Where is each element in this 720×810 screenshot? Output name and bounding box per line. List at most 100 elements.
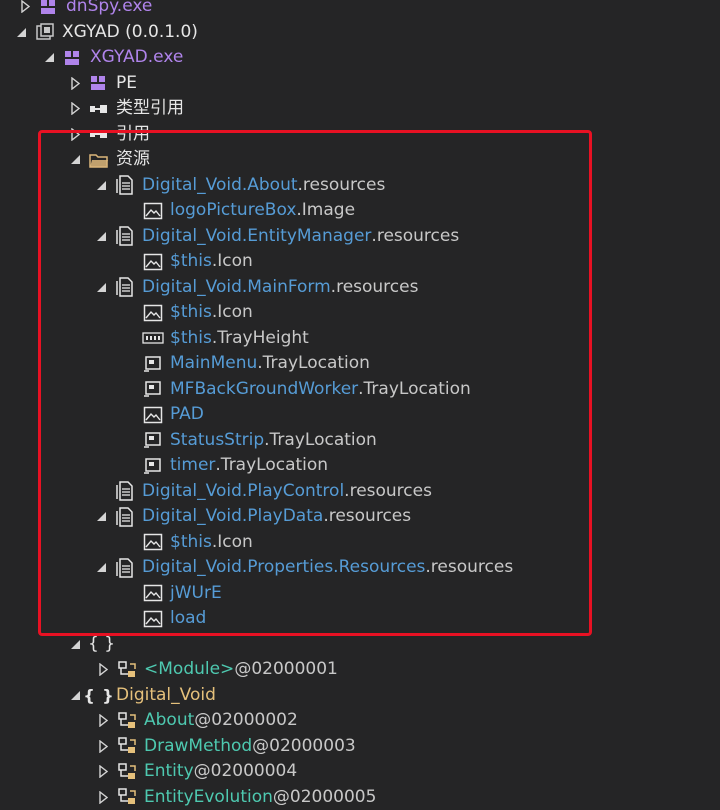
arrow-spacer (122, 606, 136, 631)
node-label-module: XGYAD.exe (90, 47, 184, 67)
resource-entry-name: MainMenu (170, 353, 258, 373)
collapsed-arrow-icon[interactable] (96, 657, 110, 682)
tree-row-resource-entry[interactable]: timer .TrayLocation (0, 453, 720, 478)
tree-row-resource-entry[interactable]: MainMenu .TrayLocation (0, 351, 720, 376)
tree-row-module[interactable]: XGYAD.exe (0, 45, 720, 70)
tree-row-assembly[interactable]: XGYAD (0.0.1.0) (0, 20, 720, 45)
tree-row-resource-entry[interactable]: logoPictureBox .Image (0, 198, 720, 223)
resource-namespace: Digital_Void.EntityManager (142, 225, 372, 246)
node-label-refs: 引用 (116, 123, 150, 144)
expanded-arrow-icon[interactable] (68, 147, 82, 172)
collapsed-arrow-icon[interactable] (96, 785, 110, 810)
collapsed-arrow-icon[interactable] (68, 96, 82, 121)
collapsed-arrow-icon[interactable] (68, 122, 82, 147)
collapsed-arrow-icon[interactable] (18, 0, 32, 19)
type-token: @02000005 (272, 786, 377, 807)
expanded-arrow-icon[interactable] (94, 555, 108, 580)
resource-namespace: Digital_Void.MainForm (142, 276, 331, 297)
resource-file-icon (114, 174, 136, 196)
location-icon (142, 353, 164, 375)
arrow-spacer (122, 326, 136, 351)
expanded-arrow-icon[interactable] (14, 20, 28, 45)
tree-row-pe[interactable]: PE (0, 71, 720, 96)
image-icon (142, 404, 164, 426)
class-icon (116, 659, 138, 681)
tree-row-module-type[interactable]: <Module> @02000001 (0, 657, 720, 682)
tree-row-resource-file[interactable]: Digital_Void.PlayData .resources (0, 504, 720, 529)
tree-row-type[interactable]: EntityEvolution @02000005 (0, 785, 720, 810)
type-name: DrawMethod (144, 735, 253, 756)
resource-entry-prop: .TrayLocation (358, 378, 471, 399)
namespace-braces: { } (88, 633, 116, 654)
folder-icon (88, 149, 110, 171)
resource-entry-name: MFBackGroundWorker (170, 378, 359, 399)
tree-row-resource-file[interactable]: Digital_Void.EntityManager .resources (0, 224, 720, 249)
expanded-arrow-icon[interactable] (68, 683, 82, 708)
type-token: @02000001 (234, 659, 338, 679)
resource-entry-name: $this (170, 327, 212, 348)
expanded-arrow-icon[interactable] (94, 224, 108, 249)
assembly-icon (34, 21, 56, 43)
resource-entry-prop: .TrayLocation (215, 455, 329, 475)
expanded-arrow-icon[interactable] (94, 173, 108, 198)
tree-row-resource-entry[interactable]: $this .Icon (0, 300, 720, 325)
resource-entry-name: load (170, 608, 207, 628)
resource-file-icon (114, 225, 136, 247)
resource-entry-prop: .Image (296, 200, 356, 220)
resource-entry-name: $this (170, 251, 212, 271)
node-label-dnspy: dnSpy.exe (66, 0, 153, 16)
resource-entry-prop: .TrayHeight (211, 327, 309, 348)
tree-row-type[interactable]: About @02000002 (0, 708, 720, 733)
tree-row-resource-entry[interactable]: PAD (0, 402, 720, 427)
tree-row-resources-folder[interactable]: 资源 (0, 147, 720, 172)
arrow-spacer (122, 453, 136, 478)
tree-row-resource-entry[interactable]: MFBackGroundWorker .TrayLocation (0, 377, 720, 402)
tree-row-resource-entry[interactable]: $this .TrayHeight (0, 326, 720, 351)
tree-row-resource-entry[interactable]: StatusStrip .TrayLocation (0, 428, 720, 453)
arrow-spacer (122, 402, 136, 427)
tree-row-resource-entry[interactable]: load (0, 606, 720, 631)
tree-row-resource-file[interactable]: Digital_Void.MainForm .resources (0, 275, 720, 300)
resource-entry-name: timer (170, 455, 216, 475)
type-name: About (144, 710, 195, 730)
tree-row-type[interactable]: Entity @02000004 (0, 759, 720, 784)
tree-row-resource-entry[interactable]: $this .Icon (0, 530, 720, 555)
tree-row-empty-namespace[interactable]: { } (0, 632, 720, 657)
tree-row-refs[interactable]: 引用 (0, 122, 720, 147)
collapsed-arrow-icon[interactable] (96, 708, 110, 733)
tree-row-resource-file[interactable]: Digital_Void.PlayControl .resources (0, 479, 720, 504)
image-icon (142, 531, 164, 553)
tree-row-dnspy[interactable]: dnSpy.exe (0, 0, 720, 19)
expanded-arrow-icon[interactable] (68, 632, 82, 657)
tree-row-resource-file[interactable]: Digital_Void.Properties.Resources .resour… (0, 555, 720, 580)
resource-entry-name: StatusStrip (170, 429, 265, 450)
resource-suffix: .resources (330, 276, 419, 297)
type-name: <Module> (144, 659, 235, 679)
arrow-spacer (122, 377, 136, 402)
tree-row-resource-entry[interactable]: $this .Icon (0, 249, 720, 274)
tree-row-namespace[interactable]: { } Digital_Void (0, 683, 720, 708)
type-name: EntityEvolution (144, 786, 273, 807)
resource-entry-prop: .TrayLocation (264, 429, 377, 450)
expanded-arrow-icon[interactable] (94, 504, 108, 529)
arrow-spacer (122, 581, 136, 606)
resource-entry-name: $this (170, 531, 212, 552)
tree-row-resource-entry[interactable]: jWUrE (0, 581, 720, 606)
tree-row-type-refs[interactable]: 类型引用 (0, 96, 720, 121)
resource-suffix: .resources (323, 506, 412, 526)
type-token: @02000004 (193, 761, 298, 781)
class-icon (116, 710, 138, 732)
collapsed-arrow-icon[interactable] (96, 759, 110, 784)
collapsed-arrow-icon[interactable] (96, 734, 110, 759)
resource-file-icon (114, 557, 136, 579)
arrow-spacer (94, 479, 108, 504)
collapsed-arrow-icon[interactable] (68, 71, 82, 96)
resource-entry-name: $this (170, 302, 212, 322)
type-token: @02000003 (252, 735, 356, 756)
resource-entry-name: PAD (170, 404, 204, 424)
tree-row-resource-file[interactable]: Digital_Void.About .resources (0, 173, 720, 198)
resource-entry-prop: .TrayLocation (257, 353, 370, 373)
tree-row-type[interactable]: DrawMethod @02000003 (0, 734, 720, 759)
expanded-arrow-icon[interactable] (94, 275, 108, 300)
expanded-arrow-icon[interactable] (42, 45, 56, 70)
